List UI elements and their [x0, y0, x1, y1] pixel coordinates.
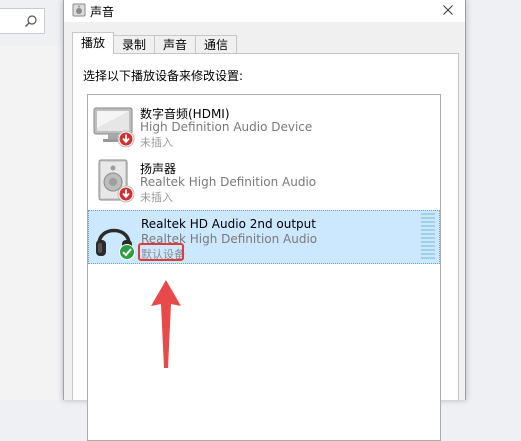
speaker-title-icon: [72, 3, 86, 20]
device-item-speakers[interactable]: 扬声器 Realtek High Definition Audio 未插入: [88, 154, 440, 208]
playback-panel: 选择以下播放设备来修改设置: 数字音频(HDMI) High Definitio…: [72, 53, 459, 441]
device-status: 未插入: [140, 191, 173, 204]
unplugged-badge-icon: [117, 130, 135, 151]
tab-sounds[interactable]: 声音: [154, 35, 197, 54]
device-description: Realtek High Definition Audio: [140, 175, 317, 189]
close-icon: [443, 4, 453, 18]
tab-recording[interactable]: 录制: [113, 35, 156, 54]
monitor-icon: [91, 102, 137, 150]
device-name: Realtek HD Audio 2nd output: [141, 217, 316, 231]
sound-dialog: 声音 播放 录制 声音 通信 选择以下播放设备来修改设置: 数字音频(HDMI)…: [63, 0, 466, 441]
device-item-realtek-2nd-output[interactable]: Realtek HD Audio 2nd output Realtek High…: [88, 210, 440, 264]
default-check-icon: [118, 243, 136, 264]
status-highlight-box: [138, 243, 184, 261]
volume-meter: [421, 213, 435, 261]
title-bar[interactable]: 声音: [64, 0, 465, 22]
dialog-title: 声音: [90, 5, 115, 19]
tab-communications[interactable]: 通信: [195, 35, 238, 54]
search-icon: [24, 14, 38, 31]
instruction-label: 选择以下播放设备来修改设置:: [83, 69, 244, 83]
device-status: 未插入: [140, 136, 173, 149]
tab-playback[interactable]: 播放: [72, 32, 115, 54]
device-description: High Definition Audio Device: [140, 120, 313, 134]
tab-strip: 播放 录制 声音 通信: [72, 32, 238, 54]
unplugged-badge-icon: [117, 185, 135, 206]
background-panel: [0, 45, 64, 400]
device-list[interactable]: 数字音频(HDMI) High Definition Audio Device …: [87, 94, 441, 441]
close-button[interactable]: [431, 0, 465, 22]
device-item-hdmi[interactable]: 数字音频(HDMI) High Definition Audio Device …: [88, 99, 440, 153]
background-search-box[interactable]: [0, 8, 45, 34]
annotation-arrow-icon: [149, 280, 183, 373]
headphones-icon: [92, 214, 138, 262]
speaker-icon: [91, 157, 137, 205]
